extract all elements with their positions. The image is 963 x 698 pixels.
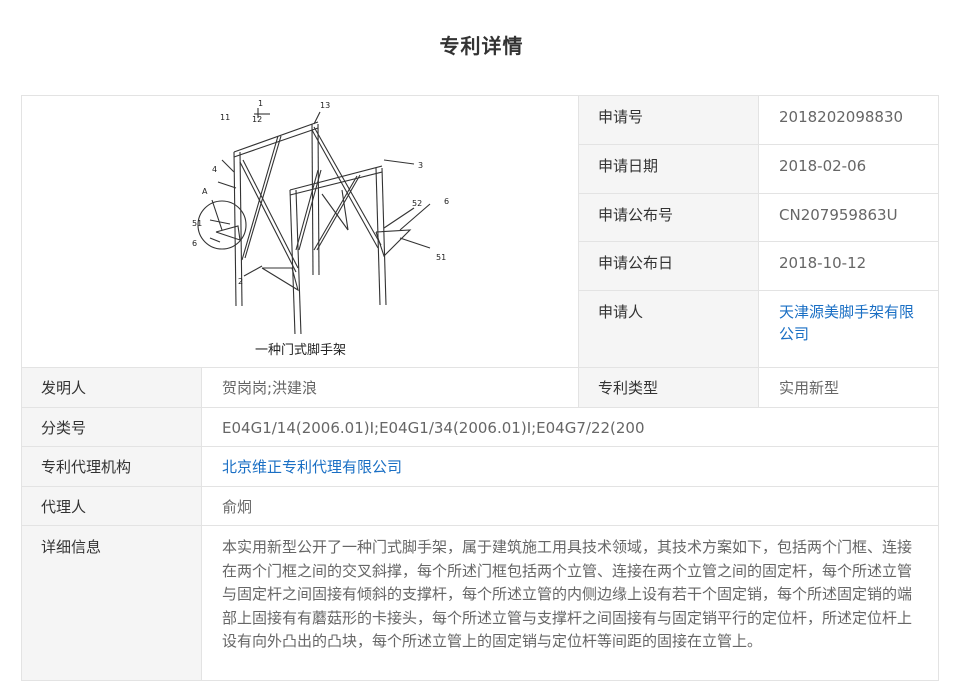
publication-date-value: 2018-10-12 [759, 242, 938, 291]
drawing-callout: 2 [238, 277, 243, 286]
inventor-label: 发明人 [22, 368, 202, 408]
details-label: 详细信息 [22, 526, 202, 680]
application-number-value: 2018202098830 [759, 96, 938, 145]
drawing-callout: 1 [258, 100, 263, 108]
drawing-callout: 6 [192, 239, 197, 248]
applicant-label: 申请人 [579, 291, 759, 368]
drawing-callout: 12 [252, 115, 262, 124]
agency-link[interactable]: 北京维正专利代理有限公司 [202, 447, 938, 487]
publication-number-value: CN207959863U [759, 194, 938, 242]
applicant-link[interactable]: 天津源美脚手架有限公司 [759, 291, 938, 368]
patent-type-label: 专利类型 [579, 368, 759, 408]
drawing-callout: 52 [412, 199, 422, 208]
application-date-value: 2018-02-06 [759, 145, 938, 194]
drawing-callout: 4 [212, 165, 217, 174]
drawing-callout: 11 [220, 113, 230, 122]
details-abstract: 本实用新型公开了一种门式脚手架，属于建筑施工用具技术领域，其技术方案如下，包括两… [222, 538, 913, 650]
inventor-value: 贺岗岗;洪建浪 [202, 368, 579, 408]
drawing-callout: 13 [320, 101, 330, 110]
agent-label: 代理人 [22, 487, 202, 526]
drawing-callout: 51 [436, 253, 446, 262]
classification-label: 分类号 [22, 408, 202, 447]
agency-label: 专利代理机构 [22, 447, 202, 487]
patent-drawing: 111 12134 3A52 6516512 [192, 100, 449, 334]
drawing-callout: 6 [444, 197, 449, 206]
drawing-caption: 一种门式脚手架 [254, 343, 346, 358]
patent-detail-table: 1 11 12 13 4 3 A 52 6 51 6 51 2 一种门式脚手架 申请号 20182020… [21, 95, 939, 681]
drawing-callout: 51 [192, 219, 202, 228]
application-number-label: 申请号 [579, 96, 759, 145]
classification-value: E04G1/14(2006.01)I;E04G1/34(2006.01)I;E0… [202, 408, 938, 447]
drawing-callout: A [202, 187, 208, 196]
agent-value: 俞炯 [202, 487, 938, 526]
patent-type-value: 实用新型 [759, 368, 938, 408]
application-date-label: 申请日期 [579, 145, 759, 194]
publication-date-label: 申请公布日 [579, 242, 759, 291]
drawing-callout: 3 [418, 161, 423, 170]
publication-number-label: 申请公布号 [579, 194, 759, 242]
page-title: 专利详情 [439, 34, 524, 58]
patent-drawing-cell: 1 11 12 13 4 3 A 52 6 51 6 51 2 一种门式脚手架 [22, 96, 579, 368]
